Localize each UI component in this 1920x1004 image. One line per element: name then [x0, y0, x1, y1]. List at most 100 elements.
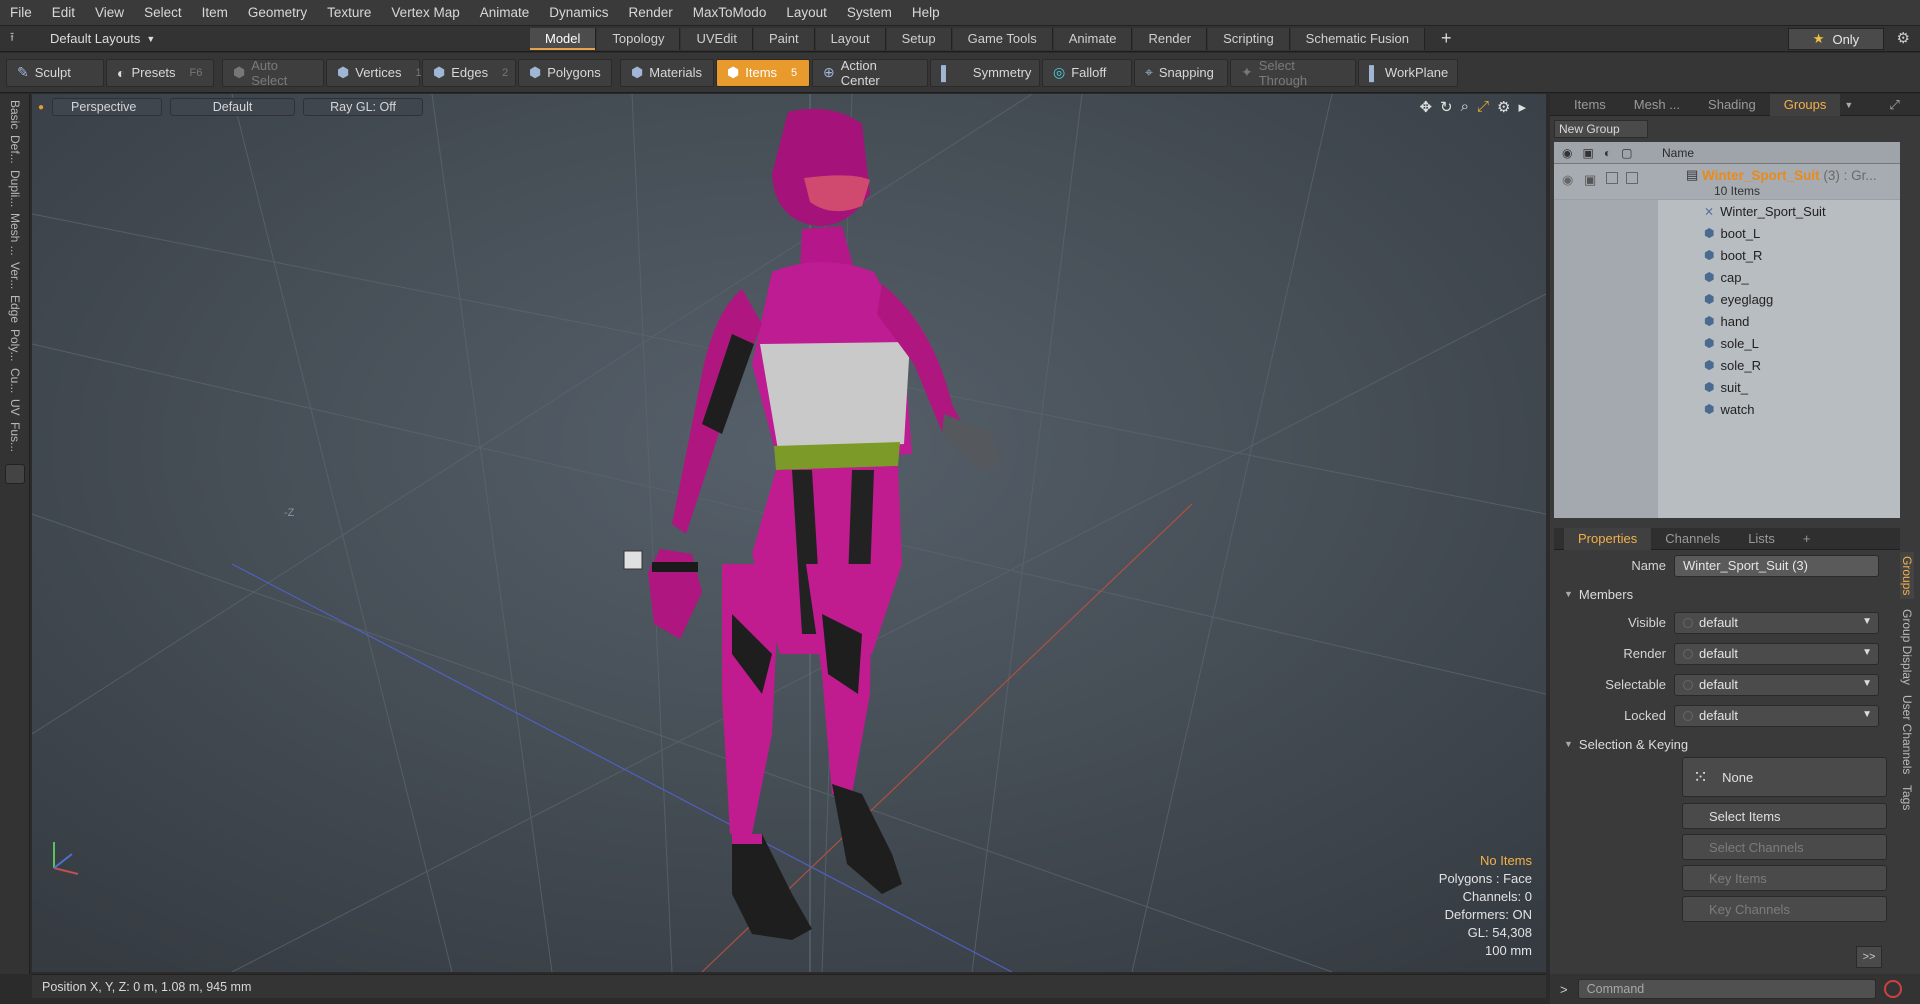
eye-icon[interactable]: ◉ — [1562, 146, 1572, 160]
list-item[interactable]: ⬢ sole_L — [1554, 332, 1900, 354]
tab-lists[interactable]: Lists — [1734, 528, 1789, 550]
view-type-button[interactable]: Perspective — [52, 98, 163, 116]
layout-selector[interactable]: ⭱ Default Layouts ▼ — [0, 28, 530, 49]
materials-button[interactable]: ⬢ Materials — [620, 58, 714, 87]
tab-layout[interactable]: Layout — [815, 27, 886, 50]
select-channels-button[interactable]: Select Channels — [1682, 834, 1887, 860]
list-item[interactable]: ⬢ boot_R — [1554, 244, 1900, 266]
only-toggle[interactable]: ★ Only — [1788, 28, 1884, 50]
left-tab-fus[interactable]: Fus... — [8, 422, 22, 452]
raygl-button[interactable]: Ray GL: Off — [303, 98, 424, 116]
tab-properties[interactable]: Properties — [1564, 527, 1652, 550]
key-channels-button[interactable]: Key Channels — [1682, 896, 1887, 922]
left-tab-dupli[interactable]: Dupli... — [8, 170, 22, 207]
menu-item[interactable]: Item — [192, 5, 238, 20]
rotate-view-icon[interactable]: ↻ — [1440, 98, 1453, 116]
locked-dropdown[interactable]: default ▼ — [1674, 704, 1879, 727]
list-item[interactable]: ⬢ sole_R — [1554, 354, 1900, 376]
gear-icon[interactable]: ⚙ — [1897, 29, 1910, 47]
menu-system[interactable]: System — [837, 5, 902, 20]
left-tab-poly[interactable]: Poly... — [8, 329, 22, 361]
menu-select[interactable]: Select — [134, 5, 192, 20]
group-render-icon[interactable]: ▣ — [1584, 172, 1596, 188]
left-tab-def[interactable]: Def... — [8, 135, 22, 164]
visible-dropdown[interactable]: default ▼ — [1674, 611, 1879, 634]
menu-help[interactable]: Help — [902, 5, 950, 20]
tab-shading[interactable]: Shading — [1694, 94, 1770, 116]
tab-setup[interactable]: Setup — [886, 27, 952, 50]
group-row[interactable]: ◉ ▣ ▤ Winter_Sport_Suit (3) : Gr... 10 I… — [1554, 164, 1900, 200]
menu-layout[interactable]: Layout — [776, 5, 837, 20]
left-tab-mesh[interactable]: Mesh ... — [8, 213, 22, 256]
panel-expand-icon[interactable]: ⤢ — [1889, 97, 1899, 113]
tabs-menu-icon[interactable]: ▼ — [1844, 100, 1853, 110]
symmetry-button[interactable]: ▌ Symmetry — [930, 58, 1040, 87]
group-lock-checkbox[interactable] — [1606, 172, 1618, 184]
menu-texture[interactable]: Texture — [317, 5, 381, 20]
workplane-button[interactable]: ▌ WorkPlane — [1358, 58, 1458, 87]
menu-animate[interactable]: Animate — [470, 5, 540, 20]
fit-view-icon[interactable]: ⤢ — [1477, 98, 1489, 116]
list-scrollbar[interactable] — [1902, 142, 1916, 518]
list-item[interactable]: ⬢ cap_ — [1554, 266, 1900, 288]
shading-button[interactable]: Default — [170, 98, 296, 116]
left-tab-cu[interactable]: Cu... — [8, 368, 22, 393]
lock-icon[interactable]: ◐ — [1604, 146, 1611, 160]
side-tab-groups[interactable]: Groups — [1900, 552, 1914, 600]
presets-button[interactable]: ◐ Presets F6 — [106, 58, 214, 87]
menu-render[interactable]: Render — [619, 5, 683, 20]
snapping-button[interactable]: ⌖ Snapping — [1134, 58, 1228, 87]
group-eye-icon[interactable]: ◉ — [1562, 172, 1573, 188]
menu-file[interactable]: File — [0, 5, 42, 20]
key-items-button[interactable]: Key Items — [1682, 865, 1887, 891]
tab-uvedit[interactable]: UVEdit — [681, 27, 753, 50]
tab-scripting[interactable]: Scripting — [1208, 27, 1290, 50]
vertices-button[interactable]: ⬢ Vertices 1 — [326, 58, 422, 87]
tab-animate[interactable]: Animate — [1053, 27, 1133, 50]
select-icon[interactable]: ▢ — [1621, 146, 1632, 160]
command-input[interactable]: Command — [1577, 979, 1876, 999]
polygons-button[interactable]: ⬢ Polygons — [518, 58, 612, 87]
tab-schematic-fusion[interactable]: Schematic Fusion — [1290, 27, 1425, 50]
viewport-expand-icon[interactable]: ▸ — [1518, 98, 1526, 116]
members-section[interactable]: ▼ Members — [1554, 581, 1900, 607]
list-item[interactable]: ⬢ eyeglagg — [1554, 288, 1900, 310]
select-through-button[interactable]: ✦ Select Through — [1230, 58, 1356, 88]
menu-edit[interactable]: Edit — [42, 5, 85, 20]
tab-paint[interactable]: Paint — [753, 27, 815, 50]
left-strip-handle[interactable] — [5, 463, 25, 484]
edges-button[interactable]: ⬢ Edges 2 — [422, 58, 516, 87]
menu-view[interactable]: View — [85, 5, 134, 20]
tab-render[interactable]: Render — [1133, 27, 1208, 50]
action-center-button[interactable]: ⊕ Action Center — [812, 58, 928, 88]
add-properties-tab[interactable]: + — [1789, 528, 1825, 550]
side-tab-user-channels[interactable]: User Channels — [1900, 695, 1914, 774]
selection-keying-section[interactable]: ▼ Selection & Keying — [1554, 731, 1900, 757]
auto-select-button[interactable]: ⬢ Auto Select — [222, 58, 324, 88]
pin-icon[interactable]: ⭱ — [10, 28, 32, 49]
none-button[interactable]: ⁙ None — [1682, 757, 1887, 797]
viewport-gear-icon[interactable]: ⚙ — [1497, 98, 1510, 116]
tab-items[interactable]: Items — [1560, 94, 1620, 116]
name-field[interactable]: Winter_Sport_Suit (3) — [1674, 554, 1879, 577]
falloff-button[interactable]: ◎ Falloff — [1042, 58, 1132, 87]
list-item[interactable]: ⨯ Winter_Sport_Suit — [1554, 200, 1900, 222]
left-tab-uv[interactable]: UV — [8, 399, 22, 416]
side-tab-group-display[interactable]: Group Display — [1900, 609, 1914, 685]
render-icon[interactable]: ▣ — [1582, 146, 1593, 160]
tab-model[interactable]: Model — [530, 27, 597, 50]
tab-game-tools[interactable]: Game Tools — [952, 27, 1053, 50]
add-tab-icon[interactable]: + — [1426, 28, 1467, 50]
left-tab-ver[interactable]: Ver... — [8, 262, 22, 289]
menu-geometry[interactable]: Geometry — [238, 5, 317, 20]
viewport-dot-icon[interactable]: ● — [38, 102, 44, 113]
list-item[interactable]: ⬢ suit_ — [1554, 376, 1900, 398]
render-dropdown[interactable]: default ▼ — [1674, 642, 1879, 665]
sculpt-button[interactable]: ✎ Sculpt — [6, 58, 104, 87]
3d-viewport[interactable]: -Z ● Perspective Default Ray GL: Off ✥ ↻… — [32, 94, 1546, 972]
move-view-icon[interactable]: ✥ — [1419, 98, 1432, 116]
new-group-button[interactable]: New Group — [1554, 120, 1648, 138]
more-button[interactable]: >> — [1856, 946, 1882, 968]
tab-mesh[interactable]: Mesh ... — [1620, 94, 1694, 116]
selectable-dropdown[interactable]: default ▼ — [1674, 673, 1879, 696]
